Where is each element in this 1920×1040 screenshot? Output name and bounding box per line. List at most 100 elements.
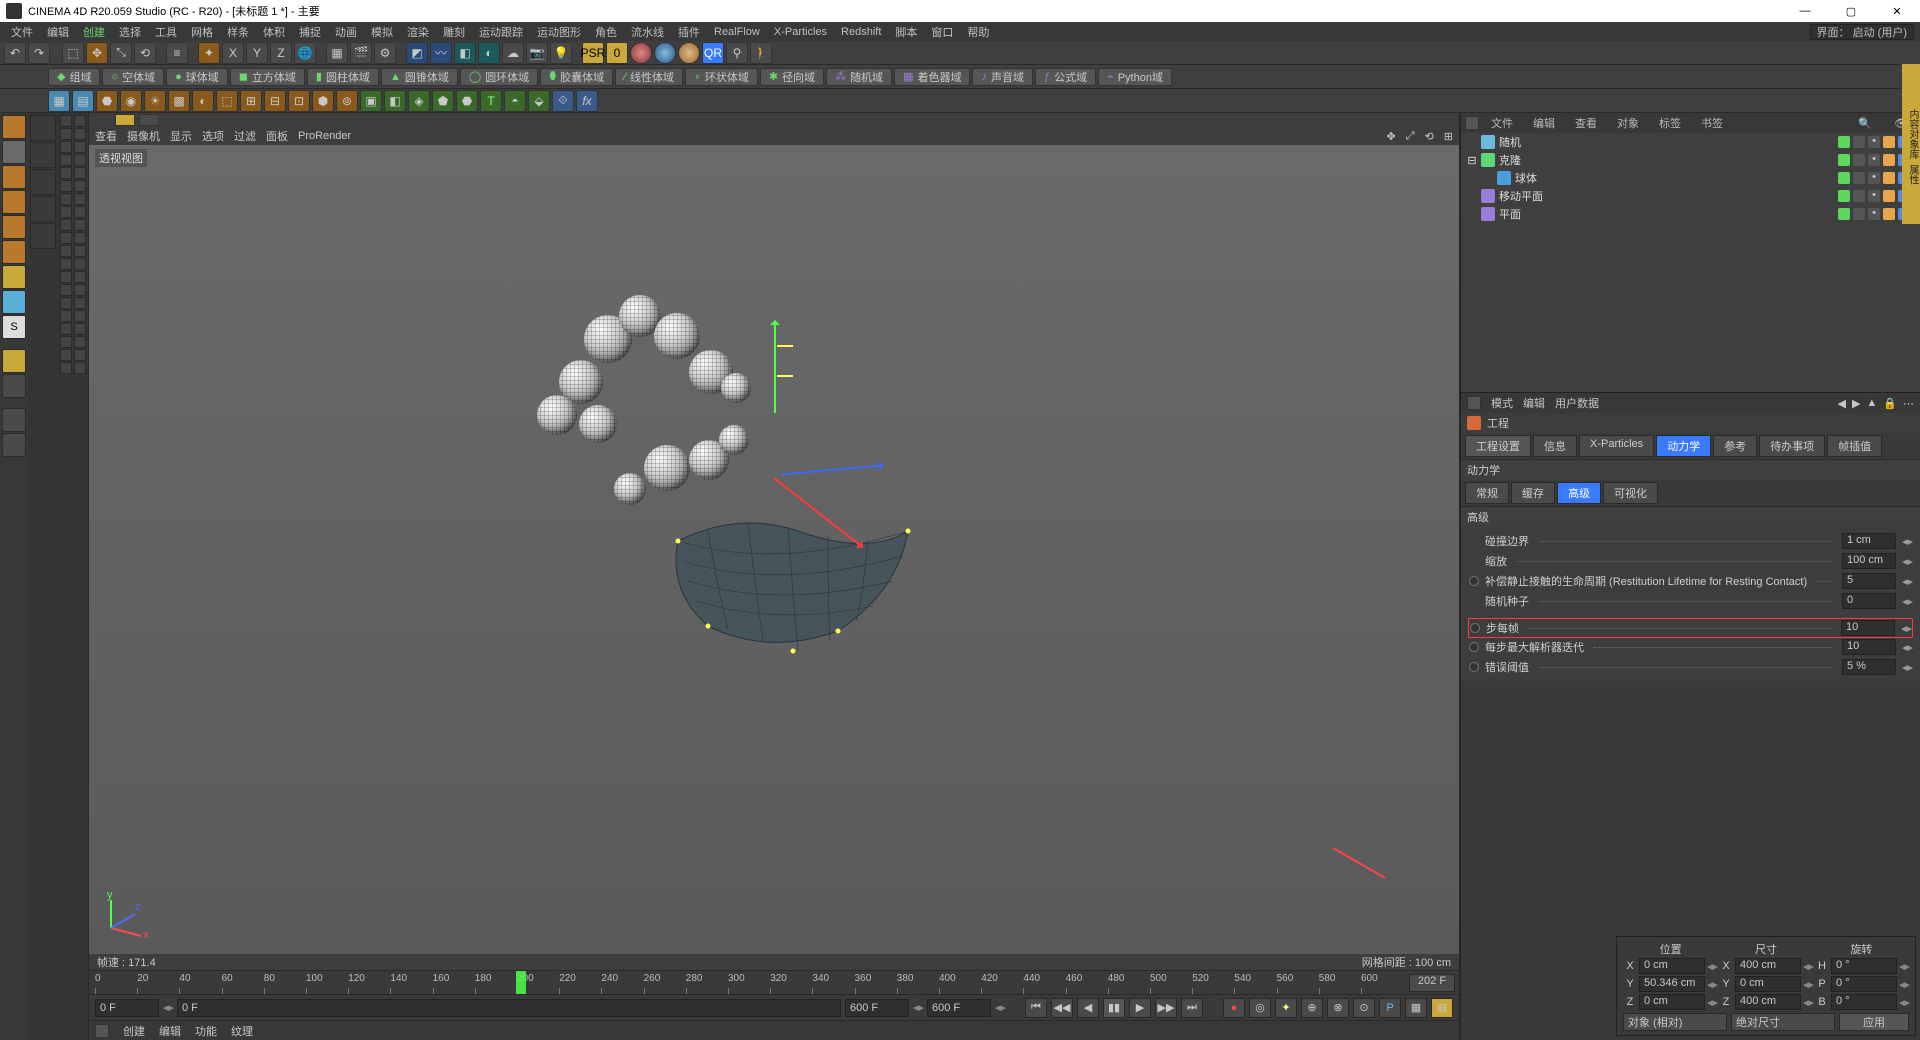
coord-field[interactable]: 0 °	[1831, 976, 1897, 992]
next-key-icon[interactable]: ▶▶	[1155, 998, 1177, 1018]
grid-cell[interactable]	[60, 349, 72, 361]
grid-cell[interactable]	[74, 271, 86, 283]
add-light-icon[interactable]: 💡	[550, 42, 572, 64]
vb-show[interactable]: 显示	[170, 128, 192, 144]
move-icon[interactable]: ✥	[86, 42, 108, 64]
mg-icon[interactable]: ◉	[120, 90, 142, 112]
grid-cell[interactable]	[74, 180, 86, 192]
vb-filter[interactable]: 过滤	[234, 128, 256, 144]
lt-func[interactable]: 功能	[195, 1023, 217, 1039]
mg-icon[interactable]: ⊟	[264, 90, 286, 112]
vb-panel[interactable]: 面板	[266, 128, 288, 144]
menu-render[interactable]: 渲染	[400, 22, 436, 42]
opt2-icon[interactable]: ⊗	[1327, 998, 1349, 1018]
grid-cell[interactable]	[74, 336, 86, 348]
axis-mode-icon[interactable]	[2, 265, 26, 289]
attr-tab[interactable]: 工程设置	[1465, 435, 1531, 457]
nav-back-icon[interactable]: ◀	[1837, 397, 1845, 410]
polys-mode-icon[interactable]	[2, 240, 26, 264]
anim-dot[interactable]	[1470, 623, 1480, 633]
add-deformer-icon[interactable]: ◐	[478, 42, 500, 64]
z-axis-icon[interactable]: Z	[270, 42, 292, 64]
select-live-icon[interactable]: ⬚	[62, 42, 84, 64]
vp-nav-icon[interactable]: ⤢	[1406, 130, 1415, 143]
menu-anim[interactable]: 动画	[328, 22, 364, 42]
anim-dot[interactable]	[1469, 662, 1479, 672]
timeline-ruler[interactable]: 0204060801001201401601802002202402602803…	[89, 971, 1405, 994]
render-view-icon[interactable]: ▦	[326, 42, 348, 64]
ah-edit[interactable]: 编辑	[1523, 395, 1545, 411]
model-mode-icon[interactable]	[2, 115, 26, 139]
mg-icon[interactable]: ◐	[192, 90, 214, 112]
edges-mode-icon[interactable]	[2, 215, 26, 239]
grid-cell[interactable]	[74, 128, 86, 140]
mg-icon[interactable]: ⟐	[552, 90, 574, 112]
menu-script[interactable]: 脚本	[888, 22, 924, 42]
render-region-icon[interactable]: 🎬	[350, 42, 372, 64]
vp-arrow-icon[interactable]	[139, 114, 159, 126]
group-field-button[interactable]: ◆组域	[48, 68, 100, 86]
mg-icon[interactable]: ⬙	[528, 90, 550, 112]
menu-mesh[interactable]: 网格	[184, 22, 220, 42]
cyl-field-button[interactable]: ▮圆柱体域	[307, 68, 379, 86]
add-object-icon[interactable]: ◩	[406, 42, 428, 64]
coord-mode-select[interactable]: 对象 (相对)	[1623, 1013, 1727, 1031]
world-icon[interactable]: 🌐	[294, 42, 316, 64]
attr-tab[interactable]: 待办事项	[1759, 435, 1825, 457]
add-spline-icon[interactable]: 〰	[430, 42, 452, 64]
mg-icon[interactable]: ▤	[72, 90, 94, 112]
layout-dropdown[interactable]: 界面： 启动 (用户)	[1810, 24, 1914, 40]
sel-rect-icon[interactable]	[30, 142, 56, 168]
sphere-field-button[interactable]: ●球体域	[166, 68, 228, 86]
grid-cell[interactable]	[74, 219, 86, 231]
vb-view[interactable]: 查看	[95, 128, 117, 144]
range-slider[interactable]: 0 F	[177, 999, 841, 1017]
omt-view[interactable]: 查看	[1567, 113, 1605, 133]
menu-plugins[interactable]: 插件	[671, 22, 707, 42]
nav-up-icon[interactable]: ▲	[1866, 397, 1877, 410]
attr-tab[interactable]: X-Particles	[1579, 435, 1654, 457]
uvpoly-mode-icon[interactable]	[2, 165, 26, 189]
omt-tag[interactable]: 标签	[1651, 113, 1689, 133]
omt-obj[interactable]: 对象	[1609, 113, 1647, 133]
vp-nav-icon[interactable]: ⟲	[1425, 130, 1434, 143]
attr-tab[interactable]: 参考	[1713, 435, 1757, 457]
grid-cell[interactable]	[60, 245, 72, 257]
right-vertical-tabs[interactable]: 内容对象库 属性	[1902, 64, 1920, 224]
coord-field[interactable]: 50.346 cm	[1639, 976, 1705, 992]
ball1-icon[interactable]	[630, 42, 652, 64]
random-field-button[interactable]: ⁂随机域	[826, 68, 892, 86]
corner-icon[interactable]	[1465, 116, 1479, 130]
record-icon[interactable]: ●	[1223, 998, 1245, 1018]
keysel-icon[interactable]: ✦	[1275, 998, 1297, 1018]
grid-cell[interactable]	[60, 336, 72, 348]
lt-edit[interactable]: 编辑	[159, 1023, 181, 1039]
grid-cell[interactable]	[60, 323, 72, 335]
attr-tab[interactable]: 可视化	[1603, 482, 1658, 504]
sel-circ-icon[interactable]	[30, 223, 56, 249]
grid-cell[interactable]	[60, 193, 72, 205]
soft-sel-icon[interactable]	[2, 433, 26, 457]
mg-icon[interactable]: ⬣	[456, 90, 478, 112]
y-axis-icon[interactable]: Y	[246, 42, 268, 64]
sel-lasso-icon[interactable]	[30, 169, 56, 195]
grid-cell[interactable]	[74, 115, 86, 127]
menu-spline[interactable]: 样条	[220, 22, 256, 42]
menu-motrack[interactable]: 运动跟踪	[472, 22, 530, 42]
mg-icon[interactable]: ◧	[384, 90, 406, 112]
grid-cell[interactable]	[74, 206, 86, 218]
redo-icon[interactable]: ↷	[28, 42, 50, 64]
menu-icon[interactable]: ⋯	[1903, 397, 1914, 410]
grid-cell[interactable]	[74, 297, 86, 309]
coord-field[interactable]: 0 cm	[1639, 958, 1705, 974]
grid-cell[interactable]	[60, 258, 72, 270]
attr-value-field[interactable]: 10	[1841, 620, 1895, 636]
workplane-icon[interactable]	[2, 374, 26, 398]
mg-icon[interactable]: fx	[576, 90, 598, 112]
lt-create[interactable]: 创建	[123, 1023, 145, 1039]
attr-tab[interactable]: 信息	[1533, 435, 1577, 457]
corner-icon[interactable]	[1467, 396, 1481, 410]
grid-cell[interactable]	[74, 232, 86, 244]
menu-tools[interactable]: 工具	[148, 22, 184, 42]
linear-field-button[interactable]: ∕线性体域	[615, 68, 683, 86]
